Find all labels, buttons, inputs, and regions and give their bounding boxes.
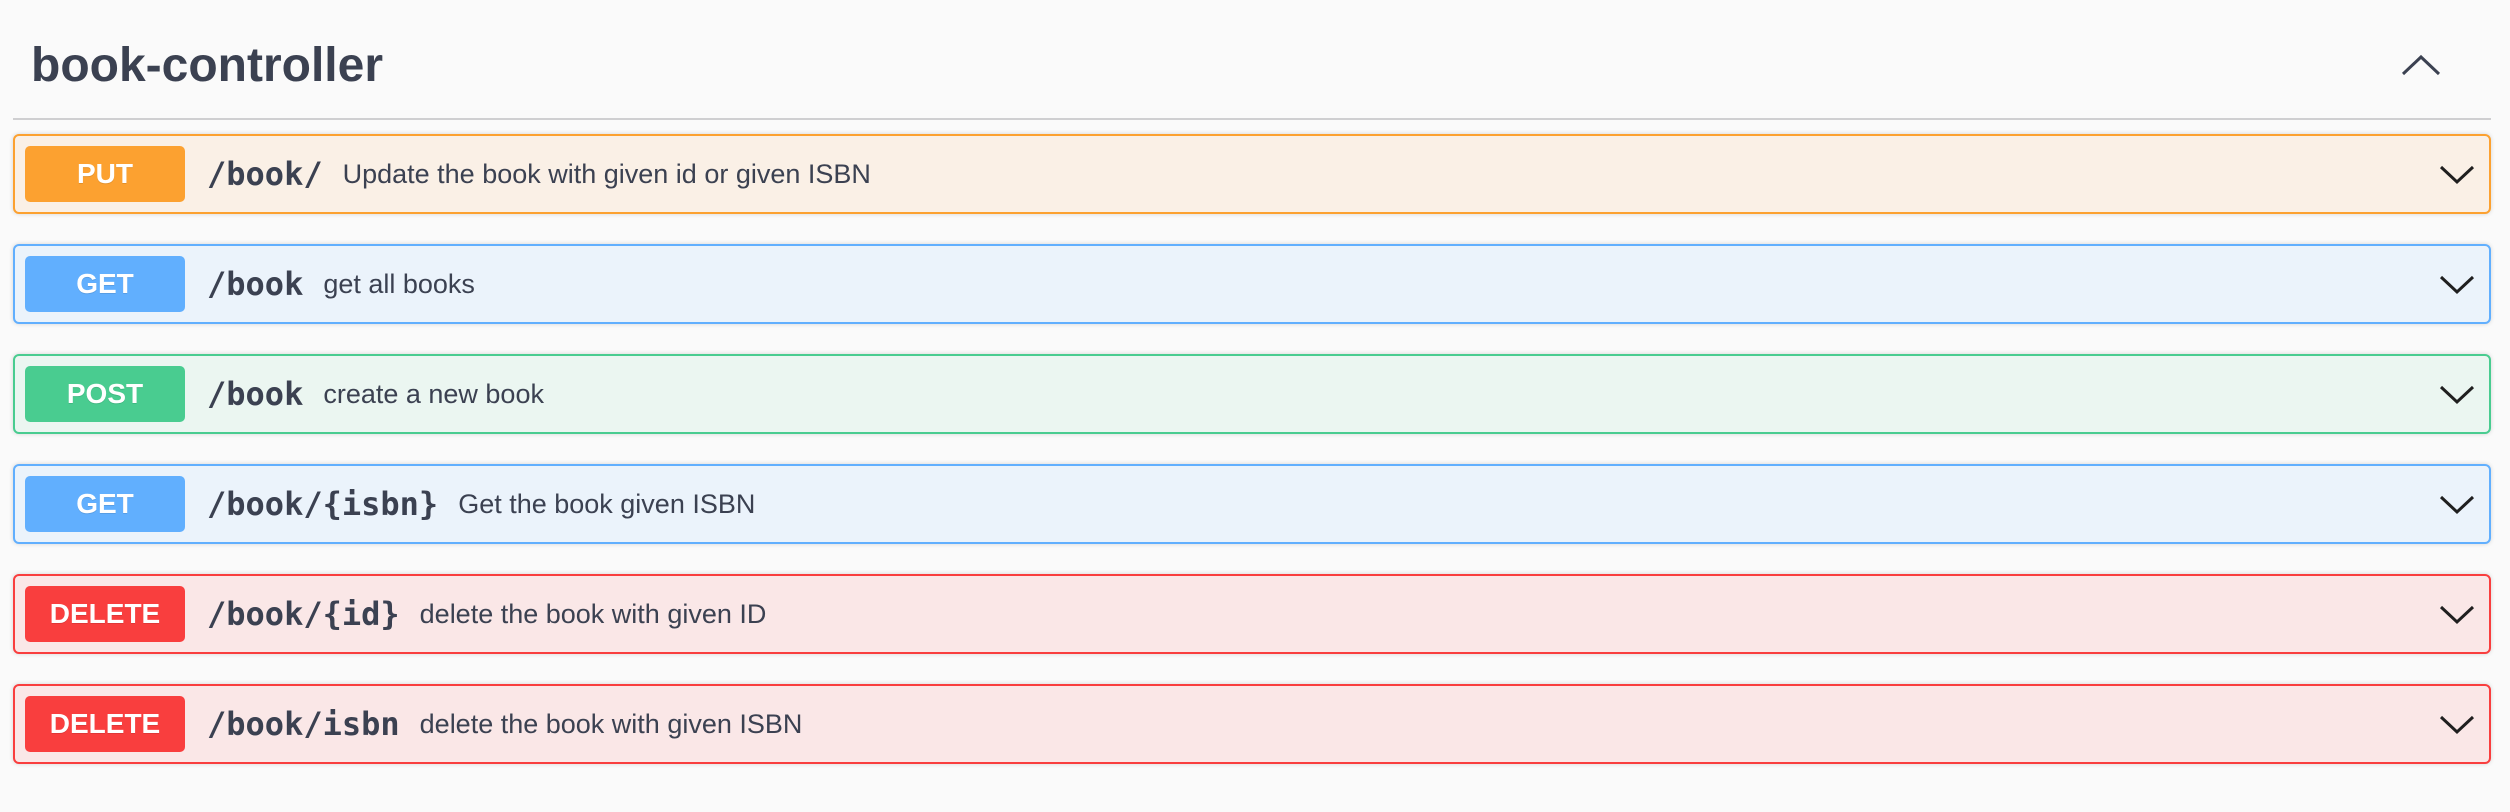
method-badge: DELETE [25,696,185,752]
operation-path: /book [207,265,304,303]
expand-button[interactable] [2437,594,2477,634]
operation-summary: /book get all books [207,246,475,322]
operation-summary: /book/{isbn} Get the book given ISBN [207,466,755,542]
operation-path: /book/isbn [207,705,400,743]
tag-title: book-controller [31,39,384,92]
operation-summary: /book/Update the book with given id or g… [207,136,871,212]
operation-summary: /book create a new book [207,356,544,432]
chevron-up-icon [2401,54,2441,76]
operation-description: get all books [323,269,475,299]
operation-description: delete the book with given ISBN [419,709,803,739]
expand-button[interactable] [2437,154,2477,194]
chevron-down-icon [2439,385,2475,405]
operation-description: delete the book with given ID [419,599,767,629]
expand-button[interactable] [2437,704,2477,744]
chevron-down-icon [2439,495,2475,515]
method-badge: PUT [25,146,185,202]
operation-description: create a new book [323,379,544,409]
operations-list: PUT /book/Update the book with given id … [13,134,2491,794]
expand-button[interactable] [2437,264,2477,304]
operation-put-book[interactable]: PUT /book/Update the book with given id … [13,134,2491,214]
operation-get-books[interactable]: GET /book get all books [13,244,2491,324]
collapse-button[interactable] [2393,44,2449,88]
operation-delete-book-by-id[interactable]: DELETE /book/{id} delete the book with gi… [13,574,2491,654]
book-controller-section: book-controller PUT /book/Update the boo… [0,0,2510,812]
expand-button[interactable] [2437,374,2477,414]
operation-path: /book/ [207,155,323,193]
method-badge: GET [25,256,185,312]
operation-delete-book-by-isbn[interactable]: DELETE /book/isbn delete the book with gi… [13,684,2491,764]
chevron-down-icon [2439,605,2475,625]
method-badge: POST [25,366,185,422]
method-badge: DELETE [25,586,185,642]
method-badge: GET [25,476,185,532]
operation-get-book-by-isbn[interactable]: GET /book/{isbn} Get the book given ISBN [13,464,2491,544]
operation-summary: /book/isbn delete the book with given ISB… [207,686,802,762]
operation-path: /book/{isbn} [207,485,439,523]
chevron-down-icon [2439,165,2475,185]
operation-post-book[interactable]: POST /book create a new book [13,354,2491,434]
operation-path: /book [207,375,304,413]
operation-summary: /book/{id} delete the book with given ID [207,576,766,652]
operation-description: Get the book given ISBN [458,489,756,519]
chevron-down-icon [2439,715,2475,735]
chevron-down-icon [2439,275,2475,295]
operation-description: Update the book with given id or given I… [342,159,871,189]
expand-button[interactable] [2437,484,2477,524]
tag-header[interactable]: book-controller [13,0,2491,120]
operation-path: /book/{id} [207,595,400,633]
